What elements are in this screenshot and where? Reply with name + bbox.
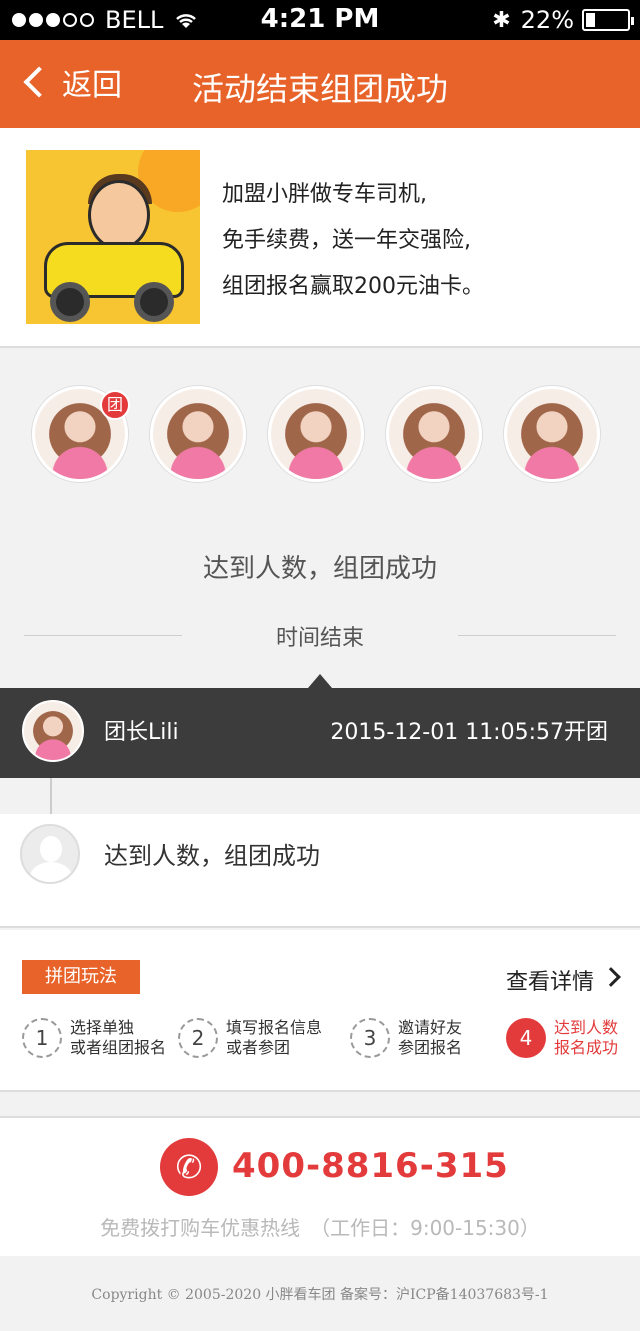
battery-fill — [586, 13, 595, 27]
head-shape — [88, 180, 150, 250]
divider — [458, 635, 616, 636]
step-line: 参团报名 — [398, 1038, 463, 1057]
member-avatar[interactable] — [504, 386, 600, 482]
hotline-section: ✆ 400-8816-315 免费拨打购车优惠热线 （工作日：9:00-15:3… — [0, 1116, 640, 1256]
step-line: 达到人数 — [554, 1018, 619, 1037]
member-avatar[interactable] — [268, 386, 364, 482]
driver-car-illustration — [26, 150, 200, 324]
time-end-label: 时间结束 — [275, 626, 364, 651]
step-line: 或者参团 — [226, 1038, 291, 1057]
bluetooth-icon: ✱ — [492, 7, 511, 33]
step-line: 邀请好友 — [398, 1018, 463, 1037]
status-bar: BELL 4:21 PM ✱ 22% — [0, 0, 640, 40]
battery-icon — [582, 9, 634, 31]
rule-step: 1 选择单独 或者组团报名 — [22, 1018, 166, 1058]
leader-name: 团长Lili — [104, 720, 179, 745]
member-avatar[interactable] — [150, 386, 246, 482]
promo-text: 加盟小胖做专车司机, 免手续费，送一年交强险, 组团报名赢取200元油卡。 — [222, 172, 484, 310]
group-rules: 拼团玩法 查看详情 1 选择单独 或者组团报名 2 填写报名信息 或者参团 3 … — [0, 930, 640, 1092]
step-line: 选择单独 — [70, 1018, 135, 1037]
member-avatar[interactable] — [386, 386, 482, 482]
leader-badge: 团 — [100, 390, 130, 420]
leader-avatar[interactable] — [22, 700, 84, 762]
promo-line: 加盟小胖做专车司机, — [222, 182, 427, 207]
step-text: 达到人数 报名成功 — [554, 1018, 618, 1058]
footer: Copyright © 2005-2020 小胖看车团 备案号：沪ICP备140… — [0, 1256, 640, 1331]
step-text: 选择单独 或者组团报名 — [70, 1018, 166, 1058]
rule-step-active: 4 达到人数 报名成功 — [506, 1018, 618, 1058]
hotline-number[interactable]: 400-8816-315 — [232, 1146, 509, 1186]
navigation-bar: 返回 活动结束组团成功 — [0, 40, 640, 128]
success-message: 达到人数，组团成功 — [202, 554, 437, 584]
step-number: 3 — [350, 1018, 390, 1058]
timeline-item: 达到人数，组团成功 — [0, 814, 640, 928]
step-line: 报名成功 — [554, 1038, 619, 1057]
timeline-connector — [50, 778, 52, 818]
step-number: 1 — [22, 1018, 62, 1058]
copyright-text: Copyright © 2005-2020 小胖看车团 备案号：沪ICP备140… — [91, 1287, 549, 1303]
promo-card[interactable]: 加盟小胖做专车司机, 免手续费，送一年交强险, 组团报名赢取200元油卡。 — [0, 128, 640, 348]
chevron-right-icon[interactable] — [601, 967, 621, 987]
wheel-shape — [50, 282, 90, 322]
step-number: 4 — [506, 1018, 546, 1058]
timeline-status: 达到人数，组团成功 — [104, 842, 320, 870]
hotline-description: 免费拨打购车优惠热线 （工作日：9:00-15:30） — [100, 1216, 540, 1240]
rules-tag: 拼团玩法 — [22, 960, 140, 994]
phone-icon[interactable]: ✆ — [160, 1138, 218, 1196]
rule-step: 2 填写报名信息 或者参团 — [178, 1018, 322, 1058]
step-line: 或者组团报名 — [70, 1038, 167, 1057]
page-title: 活动结束组团成功 — [191, 70, 448, 108]
leader-bar: 团长Lili 2015-12-01 11:05:57开团 — [0, 674, 640, 778]
promo-line: 免手续费，送一年交强险, — [222, 228, 471, 253]
group-members: 团 达到人数，组团成功 时间结束 — [0, 350, 640, 688]
step-text: 邀请好友 参团报名 — [398, 1018, 462, 1058]
view-details-link[interactable]: 查看详情 — [506, 964, 594, 996]
rule-step: 3 邀请好友 参团报名 — [350, 1018, 462, 1058]
group-open-time: 2015-12-01 11:05:57开团 — [330, 720, 608, 745]
battery-percent: 22% — [520, 6, 574, 34]
default-avatar-icon — [20, 824, 80, 884]
wheel-shape — [134, 282, 174, 322]
promo-line: 组团报名赢取200元油卡。 — [222, 274, 484, 299]
step-text: 填写报名信息 或者参团 — [226, 1018, 322, 1058]
battery-group: ✱ 22% — [492, 6, 634, 34]
step-number: 2 — [178, 1018, 218, 1058]
step-line: 填写报名信息 — [226, 1018, 323, 1037]
